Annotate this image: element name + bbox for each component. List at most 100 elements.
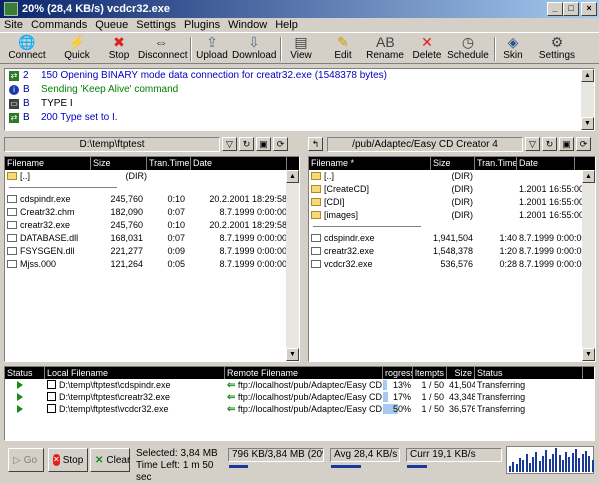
- schedule-button[interactable]: ◷ Schedule: [446, 34, 490, 64]
- menu-site[interactable]: Site: [0, 18, 27, 32]
- disconnect-button[interactable]: ⇔ Disconnect: [138, 34, 187, 64]
- filter-icon[interactable]: ▽: [222, 137, 237, 151]
- queue-row[interactable]: D:\temp\ftptest\creatr32.exe ⇐ ftp://loca…: [5, 391, 594, 403]
- log-scrollbar[interactable]: ▲ ▼: [581, 69, 594, 130]
- minimize-button[interactable]: _: [547, 2, 563, 16]
- speed-graph-bar: [584, 451, 587, 472]
- rename-button[interactable]: AB Rename: [364, 34, 406, 64]
- col-attempts[interactable]: ltempts: [413, 367, 447, 379]
- remote-file-list[interactable]: Filename * Size Tran.Time Date [..] (DIR)…: [308, 156, 596, 362]
- speed-graph-bar: [591, 460, 594, 472]
- download-button[interactable]: ⇩ Download: [232, 34, 276, 64]
- sync-icon[interactable]: ⟳: [576, 137, 591, 151]
- col-date[interactable]: Date: [191, 157, 287, 170]
- col-status[interactable]: Status: [5, 367, 45, 379]
- remote-dir-row[interactable]: [..] (DIR): [309, 170, 595, 183]
- transfer-icon: ⇄: [9, 71, 19, 81]
- row-progress: 17%: [383, 391, 413, 403]
- play-icon: ▷: [13, 454, 21, 466]
- menu-settings[interactable]: Settings: [132, 18, 180, 32]
- new-folder-icon[interactable]: ▣: [559, 137, 574, 151]
- col-local-filename[interactable]: Local Filename: [45, 367, 225, 379]
- edit-button[interactable]: ✎ Edit: [326, 34, 360, 64]
- play-icon: [17, 381, 23, 389]
- close-button[interactable]: ×: [581, 2, 597, 16]
- remote-dir-row[interactable]: [CreateCD] (DIR) 1.2001 16:55:00: [309, 183, 595, 196]
- menu-plugins[interactable]: Plugins: [180, 18, 224, 32]
- view-button[interactable]: ▤ View: [284, 34, 318, 64]
- col-date[interactable]: Date: [517, 157, 575, 170]
- col-transfer-status[interactable]: Status: [475, 367, 583, 379]
- skin-button[interactable]: ◈ Skin: [498, 34, 528, 64]
- stop-queue-button[interactable]: ✕ Stop: [48, 448, 88, 472]
- stop-icon: ✖: [113, 34, 125, 50]
- current-speed-bar: [407, 465, 427, 468]
- title-bar: 20% (28,4 KB/s) vcdcr32.exe _ □ ×: [0, 0, 599, 18]
- remote-path-box[interactable]: /pub/Adaptec/Easy CD Creator 4: [327, 136, 523, 152]
- speed-graph-bar: [571, 453, 574, 472]
- stop-icon: ✕: [53, 454, 60, 466]
- maximize-button[interactable]: □: [563, 2, 579, 16]
- transfer-queue[interactable]: Status Local Filename Remote Filename ro…: [4, 366, 595, 441]
- col-filename[interactable]: Filename *: [309, 157, 431, 170]
- play-icon: [17, 405, 23, 413]
- stop-button[interactable]: ✖ Stop: [102, 34, 136, 64]
- col-remote-filename[interactable]: Remote Filename: [225, 367, 383, 379]
- go-button[interactable]: ▷ Go: [8, 448, 44, 472]
- refresh-icon[interactable]: ↻: [542, 137, 557, 151]
- local-file-row[interactable]: FSYSGEN.dll 221,277 0:09 8.7.1999 0:00:00: [5, 245, 299, 258]
- queue-row[interactable]: D:\temp\ftptest\cdspindr.exe ⇐ ftp://loca…: [5, 379, 594, 391]
- upload-button[interactable]: ⇪ Upload: [194, 34, 230, 64]
- local-file-list[interactable]: Filename Size Tran.Time Date [..] (DIR) c…: [4, 156, 300, 362]
- checkbox[interactable]: [47, 392, 56, 401]
- checkbox[interactable]: [47, 404, 56, 413]
- log-line: i B Sending 'Keep Alive' command: [5, 83, 594, 97]
- local-file-row[interactable]: Mjss.000 121,264 0:05 8.7.1999 0:00:00: [5, 258, 299, 271]
- delete-button[interactable]: ✕ Delete: [410, 34, 444, 64]
- toolbar-separator: [190, 37, 192, 61]
- remote-file-row[interactable]: creatr32.exe 1,548,378 1:20 8.7.1999 0:00:0…: [309, 245, 595, 258]
- log-panel[interactable]: ⇄ 2 150 Opening BINARY mode data connectio…: [4, 68, 595, 131]
- filter-icon[interactable]: ▽: [525, 137, 540, 151]
- parent-dir-icon[interactable]: ↰: [308, 137, 323, 151]
- menu-help[interactable]: Help: [271, 18, 302, 32]
- connect-button[interactable]: 🌐 Connect: [4, 34, 50, 64]
- local-scrollbar[interactable]: ▲ ▼: [286, 170, 299, 361]
- local-file-row[interactable]: cdspindr.exe 245,760 0:10 20.2.2001 18:29:5…: [5, 193, 299, 206]
- speed-graph-bar: [575, 449, 577, 472]
- checkbox[interactable]: [47, 380, 56, 389]
- speed-graph-bar: [522, 460, 525, 472]
- remote-file-row[interactable]: cdspindr.exe 1,941,504 1:40 8.7.1999 0:00:0…: [309, 232, 595, 245]
- quick-connect-button[interactable]: ⚡ Quick: [60, 34, 94, 64]
- download-arrow-icon: ⇐: [227, 380, 236, 391]
- menu-queue[interactable]: Queue: [91, 18, 132, 32]
- log-line: ⇄ 2 150 Opening BINARY mode data connectio…: [9, 70, 387, 81]
- settings-button[interactable]: ⚙ Settings: [536, 34, 578, 64]
- speed-graph-bar: [588, 456, 591, 472]
- col-size[interactable]: Size: [431, 157, 475, 170]
- local-file-row[interactable]: creatr32.exe 245,760 0:10 20.2.2001 18:29:5…: [5, 219, 299, 232]
- speed-graph-bar: [581, 454, 584, 472]
- remote-dir-row[interactable]: [images] (DIR) 1.2001 16:55:00: [309, 209, 595, 222]
- clear-queue-button[interactable]: ✕ Clear: [90, 448, 130, 472]
- new-folder-icon[interactable]: ▣: [256, 137, 271, 151]
- col-size[interactable]: Size: [447, 367, 475, 379]
- local-file-row[interactable]: DATABASE.dll 168,031 0:07 8.7.1999 0:00:00: [5, 232, 299, 245]
- col-size[interactable]: Size: [91, 157, 147, 170]
- remote-dir-row[interactable]: [CDI] (DIR) 1.2001 16:55:00: [309, 196, 595, 209]
- sync-icon[interactable]: ⟳: [273, 137, 288, 151]
- col-trantime[interactable]: Tran.Time: [147, 157, 191, 170]
- col-filename[interactable]: Filename: [5, 157, 91, 170]
- col-trantime[interactable]: Tran.Time: [475, 157, 517, 170]
- play-icon: [17, 393, 23, 401]
- refresh-icon[interactable]: ↻: [239, 137, 254, 151]
- remote-scrollbar[interactable]: ▲ ▼: [582, 170, 595, 361]
- local-path-box[interactable]: D:\temp\ftptest: [4, 136, 220, 152]
- queue-row[interactable]: D:\temp\ftptest\vcdcr32.exe ⇐ ftp://local…: [5, 403, 594, 415]
- menu-window[interactable]: Window: [224, 18, 271, 32]
- remote-file-row[interactable]: vcdcr32.exe 536,576 0:28 8.7.1999 0:00:00: [309, 258, 595, 271]
- menu-commands[interactable]: Commands: [27, 18, 91, 32]
- local-file-row[interactable]: Creatr32.chm 182,090 0:07 8.7.1999 0:00:00: [5, 206, 299, 219]
- up-dir-row[interactable]: [..] (DIR): [5, 170, 299, 183]
- col-progress[interactable]: rogress: [383, 367, 413, 379]
